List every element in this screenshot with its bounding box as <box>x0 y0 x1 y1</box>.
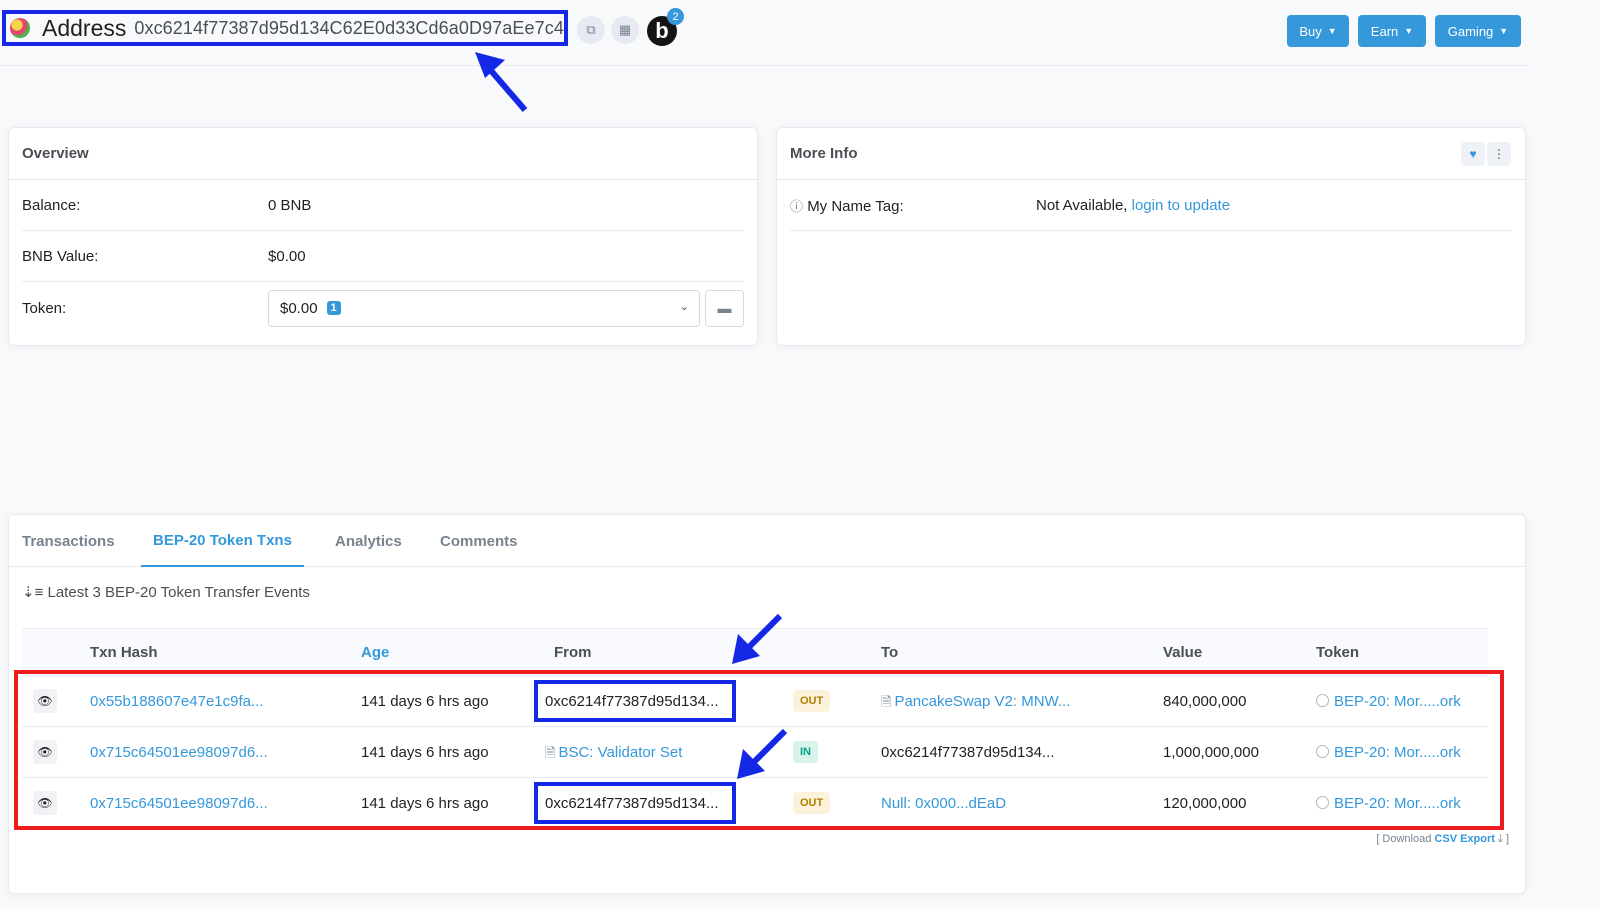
tab-transactions[interactable]: Transactions <box>22 515 115 567</box>
sort-icon: ⇣≡ <box>22 584 44 601</box>
annotation-arrow-icon <box>732 613 783 664</box>
address-hash: 0xc6214f77387d95d134C62E0d33Cd6a0D97aEe7… <box>134 17 564 38</box>
token-count-badge: 1 <box>326 301 341 315</box>
from-highlight-box <box>534 680 736 722</box>
csv-export-link[interactable]: CSV Export <box>1434 833 1495 845</box>
table-subtitle-text: Latest 3 BEP-20 Token Transfer Events <box>47 584 310 601</box>
csv-suffix: ] <box>1505 833 1509 845</box>
name-tag-value: Not Available, <box>1036 197 1128 214</box>
chevron-down-icon: ⌄ <box>679 300 689 313</box>
address-label: Address <box>42 14 127 41</box>
address-highlight-box: Address 0xc6214f77387d95d134C62E0d33Cd6a… <box>2 10 568 46</box>
more-info-title: More Info <box>777 128 1525 180</box>
help-circle-icon: ⓘ <box>790 199 804 214</box>
bnb-value-label: BNB Value: <box>22 248 99 265</box>
earn-button[interactable]: Earn ▼ <box>1358 15 1426 47</box>
col-to: To <box>881 644 899 661</box>
csv-prefix: [ Download <box>1376 833 1432 845</box>
annotation-arrow-icon <box>737 728 788 779</box>
token-txns-card: Transactions BEP-20 Token Txns Analytics… <box>8 514 1526 894</box>
tab-analytics[interactable]: Analytics <box>335 515 402 567</box>
download-icon: ⤓ <box>1498 833 1503 845</box>
buy-button-label: Buy <box>1299 23 1322 39</box>
address-avatar-icon <box>10 18 30 38</box>
name-tag-label-wrap: ⓘ My Name Tag: <box>790 196 1036 215</box>
overview-card: Overview Balance: 0 BNB BNB Value: $0.00… <box>8 127 758 346</box>
tab-bep20-token-txns[interactable]: BEP-20 Token Txns <box>141 515 304 567</box>
token-label: Token: <box>22 299 67 317</box>
col-token: Token <box>1316 644 1360 661</box>
balance-value: 0 BNB <box>268 197 312 214</box>
col-from: From <box>554 644 592 661</box>
page-header: Address 0xc6214f77387d95d134C62E0d33Cd6a… <box>0 0 1530 66</box>
from-highlight-box <box>534 782 736 824</box>
tab-comments[interactable]: Comments <box>440 515 518 567</box>
col-value: Value <box>1163 644 1203 661</box>
col-txn-hash: Txn Hash <box>90 644 158 661</box>
annotation-arrow-icon <box>475 52 528 112</box>
name-tag-label: My Name Tag: <box>807 198 904 215</box>
heart-icon[interactable]: ♥ <box>1461 142 1485 166</box>
overview-title: Overview <box>9 128 757 180</box>
table-subtitle: ⇣≡ Latest 3 BEP-20 Token Transfer Events <box>22 583 310 601</box>
token-row: Token: $0.00 1 ⌄ ▬ <box>22 286 744 330</box>
buy-button[interactable]: Buy ▼ <box>1287 15 1349 47</box>
notification-badge: 2 <box>667 8 684 25</box>
balance-label: Balance: <box>22 197 81 214</box>
chevron-down-icon: ▼ <box>1499 26 1509 36</box>
more-options-icon[interactable]: ⋮ <box>1487 142 1511 166</box>
qr-code-icon[interactable]: ▦ <box>611 16 639 44</box>
earn-button-label: Earn <box>1370 23 1399 39</box>
token-dropdown[interactable]: $0.00 1 ⌄ <box>268 289 700 327</box>
bnb-value-row: BNB Value: $0.00 <box>22 232 744 282</box>
balance-row: Balance: 0 BNB <box>22 181 744 231</box>
gaming-button-label: Gaming <box>1447 23 1494 39</box>
name-tag-row: ⓘ My Name Tag: Not Available, login to u… <box>790 181 1512 231</box>
csv-export: [ Download CSV Export ⤓ ] <box>1376 833 1509 846</box>
bnb-value: $0.00 <box>268 248 306 265</box>
login-to-update-link[interactable]: login to update <box>1132 197 1230 214</box>
more-info-card: More Info ♥ ⋮ ⓘ My Name Tag: Not Availab… <box>776 127 1526 346</box>
chevron-down-icon: ▼ <box>1327 26 1337 36</box>
chevron-down-icon: ▼ <box>1404 26 1414 36</box>
tab-bar: Transactions BEP-20 Token Txns Analytics… <box>9 515 1525 567</box>
copy-icon[interactable]: ⧉ <box>577 16 605 44</box>
gaming-button[interactable]: Gaming ▼ <box>1435 15 1521 47</box>
col-age[interactable]: Age <box>361 644 389 661</box>
token-dropdown-value: $0.00 <box>280 299 318 317</box>
wallet-icon[interactable]: ▬ <box>705 289 744 327</box>
